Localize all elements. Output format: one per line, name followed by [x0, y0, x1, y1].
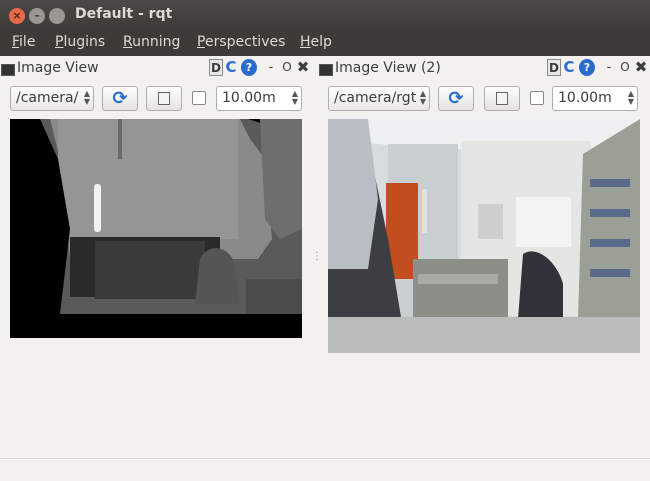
maximize-window-button[interactable] [49, 8, 65, 24]
main-area: Image View D C ? - O ✖ /camera/ ▲ ▼ ⟳ 10.… [0, 56, 650, 481]
rgb-camera-image [328, 119, 640, 353]
spin-arrows-icon: ▲ ▼ [627, 89, 634, 106]
menu-file[interactable]: File [12, 34, 35, 50]
menu-bar: File Plugins Running Perspectives Help [0, 30, 650, 56]
help-icon[interactable]: ? [241, 59, 257, 76]
help-icon[interactable]: ? [579, 59, 595, 76]
refresh-topics-button[interactable]: ⟳ [102, 86, 138, 111]
minimize-dock-button[interactable]: - [605, 59, 613, 76]
smooth-checkbox[interactable] [530, 91, 544, 105]
splitter-handle[interactable]: ⋮ [312, 251, 322, 262]
topic-select[interactable]: /camera/ ▲ ▼ [10, 86, 94, 111]
dock-toolbar: /camera/rgt ▲ ▼ ⟳ 10.00m ▲ ▼ [328, 86, 640, 112]
max-range-spinbox[interactable]: 10.00m ▲ ▼ [552, 86, 638, 111]
close-window-button[interactable]: × [9, 8, 25, 24]
minimize-window-button[interactable]: – [29, 8, 45, 24]
save-image-button[interactable] [146, 86, 182, 111]
dock-buttons: D C ? - O ✖ [209, 59, 313, 77]
dock-buttons: D C ? - O ✖ [547, 59, 650, 77]
close-dock-icon[interactable]: ✖ [634, 59, 648, 76]
dock-title-label: Image View (2) [335, 60, 441, 76]
float-dock-button[interactable]: O [620, 59, 630, 76]
menu-perspectives[interactable]: Perspectives [197, 34, 285, 50]
status-bar [0, 458, 650, 459]
dynamic-reconfigure-icon[interactable]: D [547, 59, 561, 76]
save-icon [158, 92, 170, 105]
close-dock-icon[interactable]: ✖ [296, 59, 310, 76]
topic-select-value: /camera/rgt [334, 90, 417, 106]
save-icon [496, 92, 508, 105]
dock-title-label: Image View [17, 60, 99, 76]
reload-icon[interactable]: C [561, 59, 577, 76]
max-range-spinbox[interactable]: 10.00m ▲ ▼ [216, 86, 302, 111]
dock-window-icon [319, 64, 333, 76]
dock-window-icon [1, 64, 15, 76]
max-range-value: 10.00m [558, 90, 612, 106]
spin-arrows-icon: ▲ ▼ [83, 89, 90, 106]
topic-select-value: /camera/ [16, 90, 79, 106]
reload-icon[interactable]: C [223, 59, 239, 76]
menu-plugins[interactable]: Plugins [55, 34, 105, 50]
minimize-dock-button[interactable]: - [267, 59, 275, 76]
dock-toolbar: /camera/ ▲ ▼ ⟳ 10.00m ▲ ▼ [10, 86, 310, 112]
smooth-checkbox[interactable] [192, 91, 206, 105]
menu-help[interactable]: Help [300, 34, 332, 50]
menu-running[interactable]: Running [123, 34, 180, 50]
float-dock-button[interactable]: O [282, 59, 292, 76]
window-title: Default - rqt [75, 6, 173, 22]
refresh-icon: ⟳ [112, 88, 128, 109]
spin-arrows-icon: ▲ ▼ [419, 89, 426, 106]
save-image-button[interactable] [484, 86, 520, 111]
refresh-icon: ⟳ [448, 88, 464, 109]
title-bar: × – Default - rqt [0, 0, 650, 30]
topic-select[interactable]: /camera/rgt ▲ ▼ [328, 86, 430, 111]
max-range-value: 10.00m [222, 90, 276, 106]
depth-image [10, 119, 302, 338]
dock-title-image-view-2[interactable]: Image View (2) [319, 59, 549, 79]
dynamic-reconfigure-icon[interactable]: D [209, 59, 223, 76]
spin-arrows-icon: ▲ ▼ [291, 89, 298, 106]
refresh-topics-button[interactable]: ⟳ [438, 86, 474, 111]
